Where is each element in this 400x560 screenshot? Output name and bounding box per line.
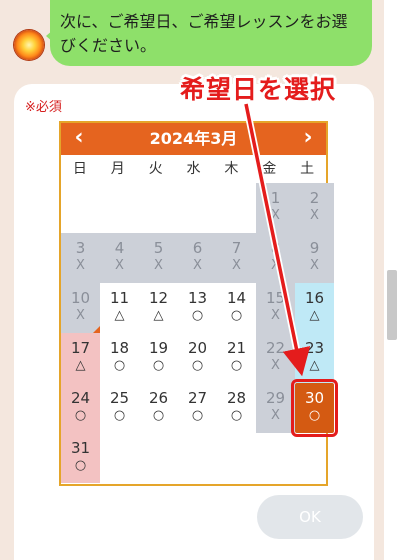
annotation-label: 希望日を選択 [180, 75, 337, 104]
